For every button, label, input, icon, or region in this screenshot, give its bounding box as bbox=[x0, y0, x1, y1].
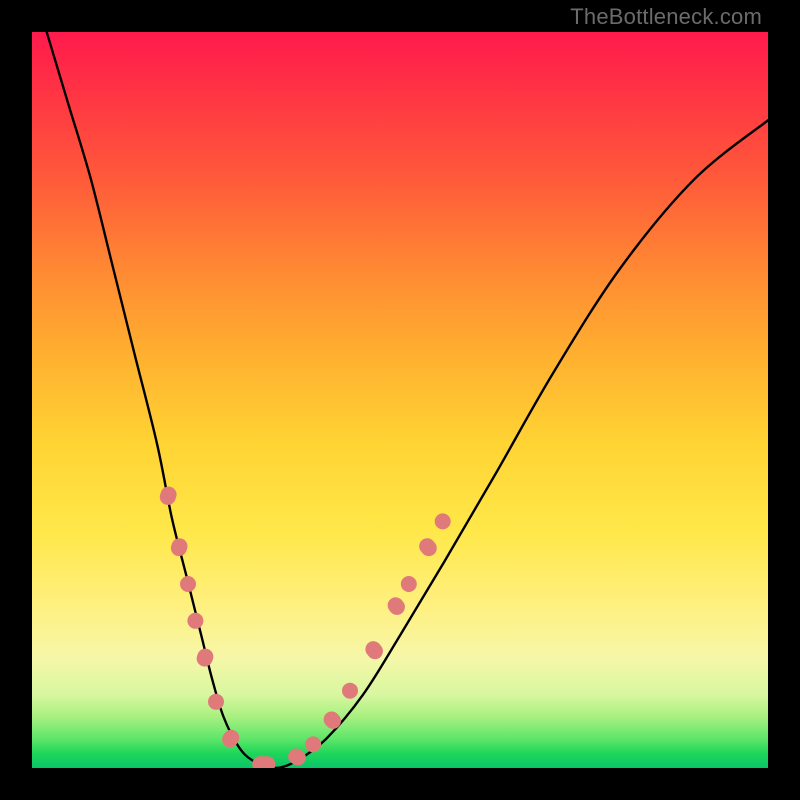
marker-pill bbox=[252, 756, 275, 768]
marker-dot bbox=[208, 694, 224, 710]
bottleneck-curve bbox=[47, 32, 768, 768]
marker-pill bbox=[158, 484, 179, 507]
chart-frame: TheBottleneck.com bbox=[0, 0, 800, 800]
marker-dot bbox=[305, 736, 321, 752]
chart-overlay bbox=[32, 32, 768, 768]
marker-pill bbox=[320, 708, 344, 732]
marker-dot bbox=[401, 576, 417, 592]
chart-plot-area: TheBottleneck.com bbox=[32, 32, 768, 768]
marker-pill bbox=[384, 594, 408, 618]
marker-pill bbox=[169, 536, 190, 558]
marker-pill bbox=[194, 646, 215, 668]
marker-pill bbox=[362, 638, 386, 662]
marker-dot bbox=[435, 513, 451, 529]
marker-dot bbox=[187, 613, 203, 629]
marker-pill bbox=[416, 535, 440, 559]
watermark-text: TheBottleneck.com bbox=[570, 4, 762, 30]
marker-dot bbox=[342, 683, 358, 699]
marker-dot bbox=[180, 576, 196, 592]
